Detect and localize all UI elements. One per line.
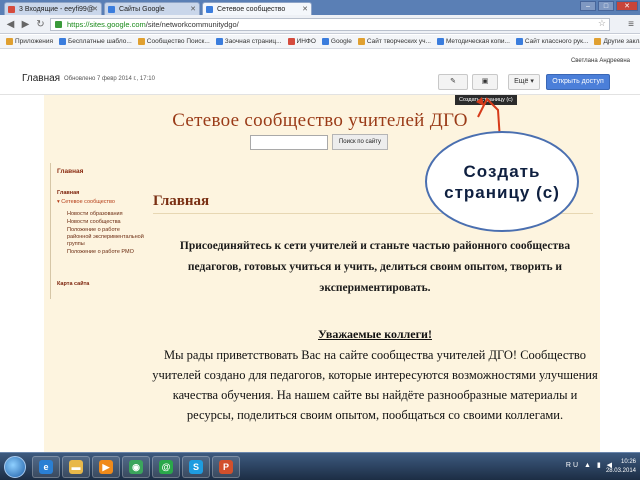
callout-bubble: Создать страницу (c) bbox=[425, 131, 579, 232]
callout-text: Создать страницу (c) bbox=[444, 161, 560, 202]
callout-pointer bbox=[476, 97, 501, 141]
